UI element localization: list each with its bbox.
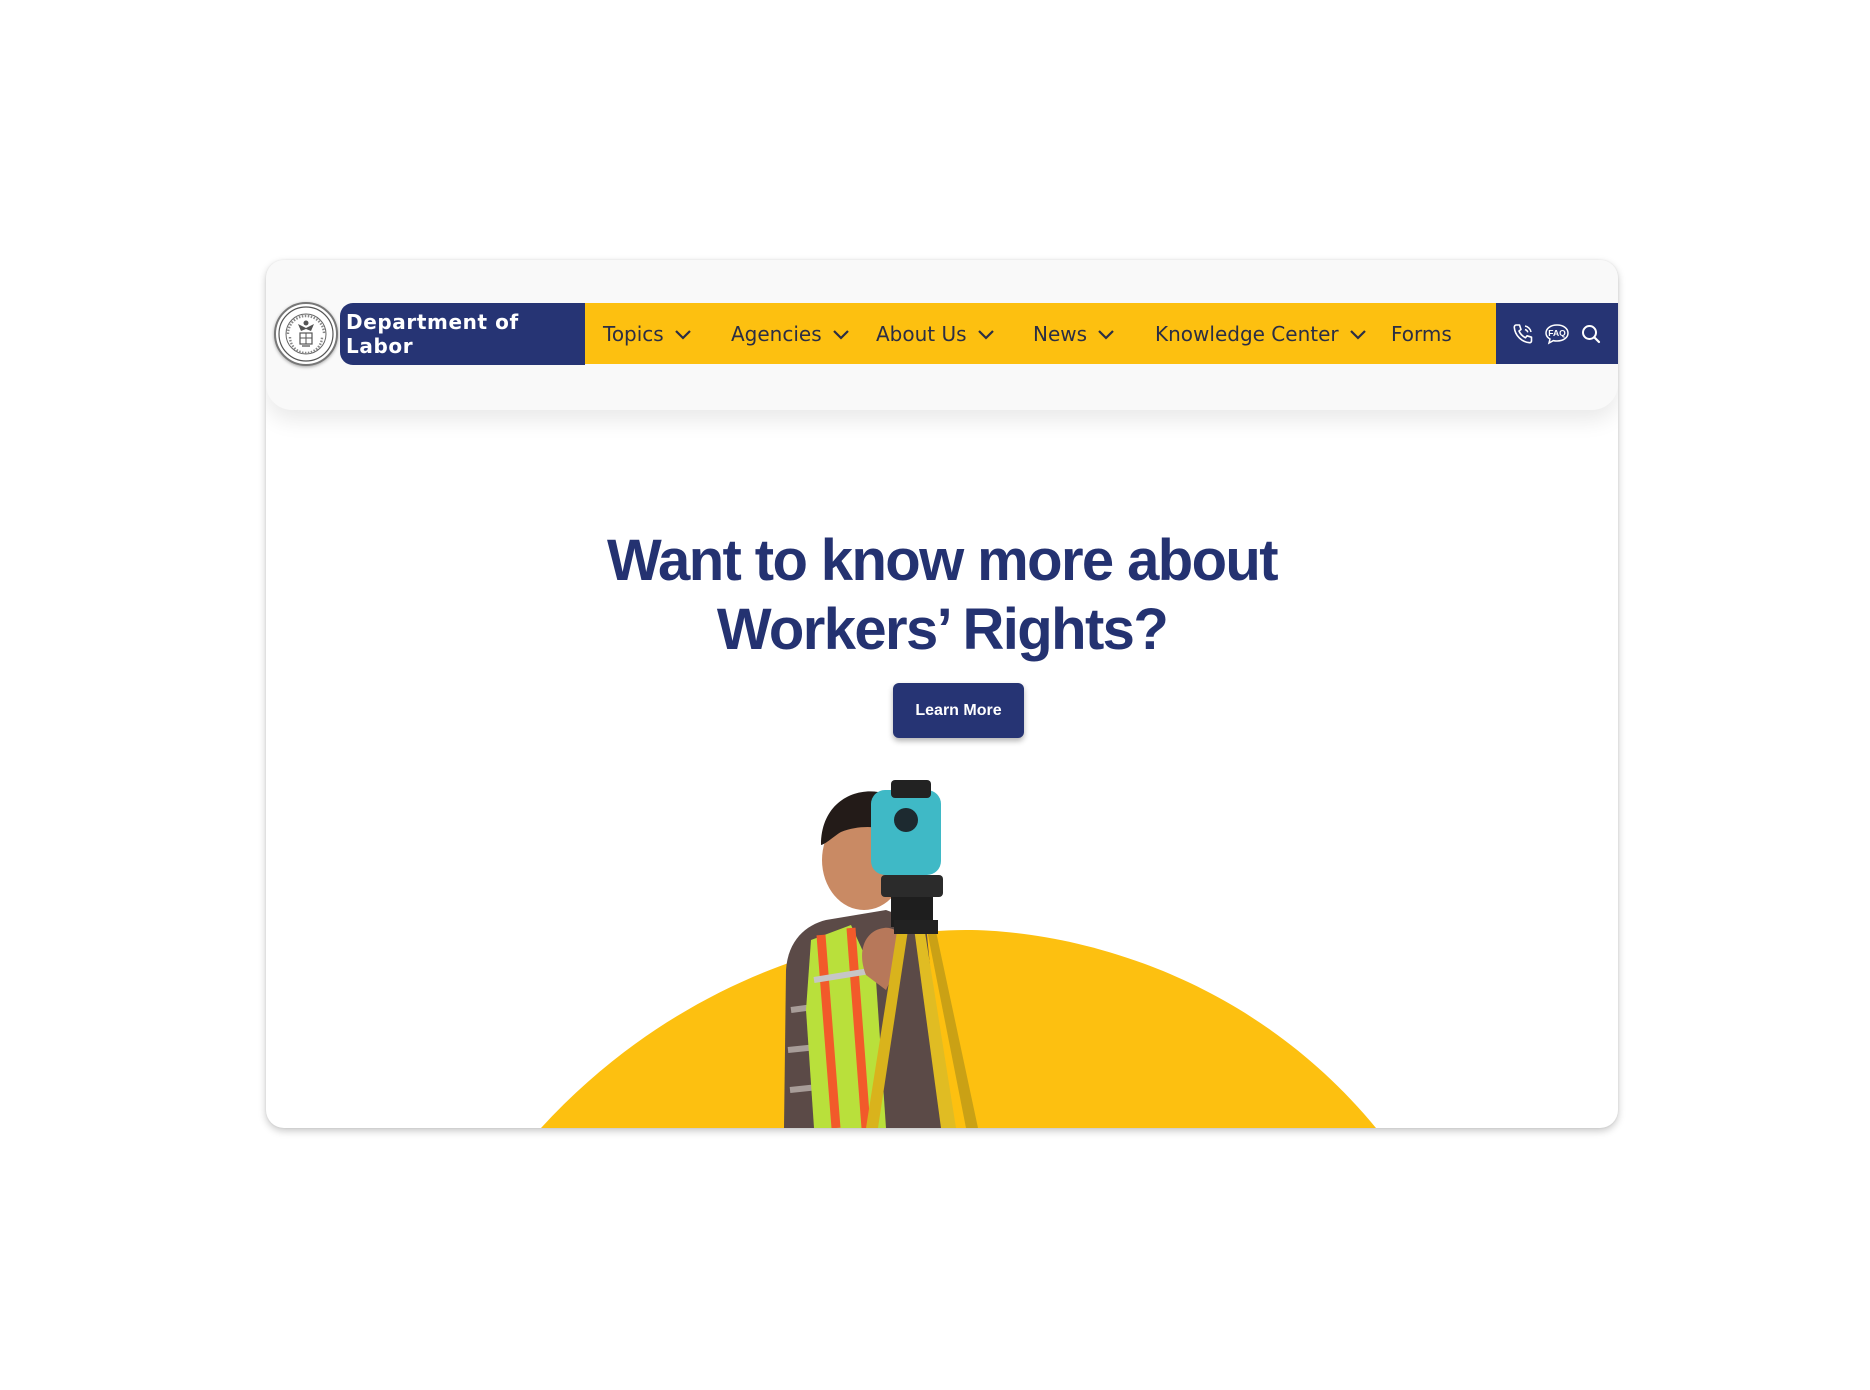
chevron-down-icon (674, 329, 691, 340)
chevron-down-icon (832, 329, 849, 340)
nav-about-us[interactable]: About Us (876, 303, 995, 364)
hero-title-line2: Workers’ Rights? (716, 597, 1169, 662)
yellow-arc (541, 930, 1376, 1128)
nav-knowledge-center[interactable]: Knowledge Center (1155, 303, 1367, 364)
nav-news-label: News (1033, 321, 1088, 346)
learn-more-button[interactable]: Learn More (893, 683, 1024, 738)
main-nav: Topics Agencies About Us News Knowledge … (585, 303, 1496, 364)
search-icon[interactable] (1577, 320, 1605, 348)
utility-bar: FAQ (1496, 303, 1618, 364)
chevron-down-icon (977, 329, 994, 340)
chevron-down-icon (1098, 329, 1114, 340)
nav-forms-label: Forms (1391, 321, 1452, 346)
department-seal-logo[interactable] (274, 302, 338, 366)
nav-forms[interactable]: Forms (1391, 303, 1452, 364)
chevron-down-icon (1349, 329, 1366, 340)
site-card: Department of Labor Topics Agencies Abou… (266, 260, 1618, 1128)
survey-instrument (871, 790, 941, 875)
faq-icon[interactable]: FAQ (1543, 320, 1571, 348)
faq-label: FAQ (1548, 328, 1566, 338)
nav-news[interactable]: News (1033, 303, 1115, 364)
hero-title: Want to know more about Workers’ Rights? (266, 526, 1618, 664)
phone-icon[interactable] (1509, 320, 1537, 348)
nav-agencies[interactable]: Agencies (731, 303, 850, 364)
brand-title[interactable]: Department of Labor (340, 303, 585, 365)
nav-agencies-label: Agencies (731, 321, 822, 346)
hero-worker-image (541, 780, 1376, 1128)
nav-topics[interactable]: Topics (603, 303, 692, 364)
nav-topics-label: Topics (603, 321, 664, 346)
nav-about-us-label: About Us (876, 321, 967, 346)
hero-title-line1: Want to know more about (607, 528, 1279, 593)
nav-knowledge-center-label: Knowledge Center (1155, 321, 1339, 346)
